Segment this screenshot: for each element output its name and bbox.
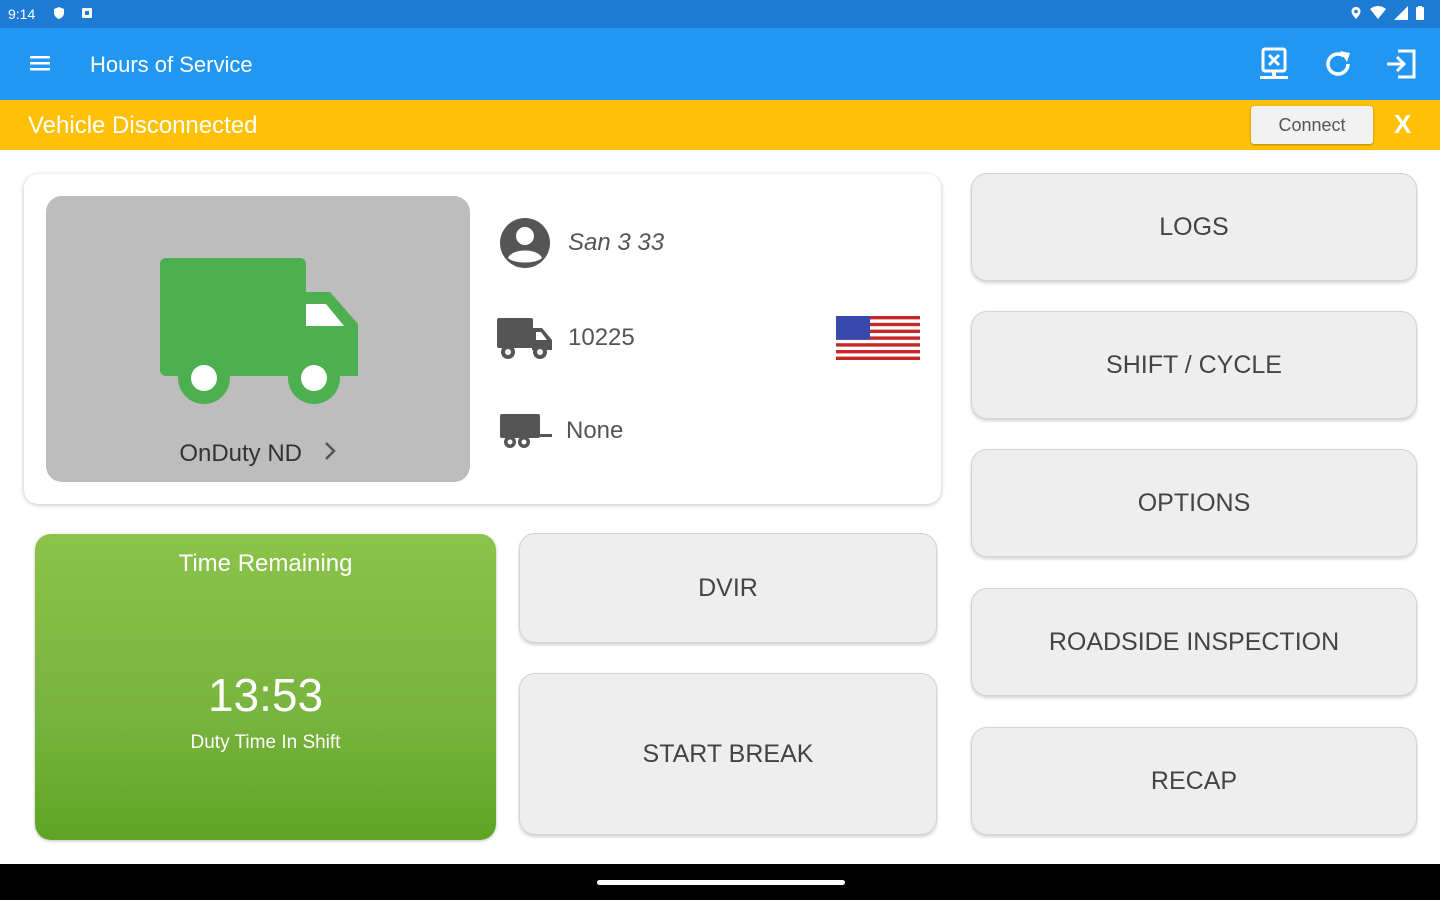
home-handle[interactable]: [597, 880, 845, 885]
app-bar: Hours of Service: [0, 28, 1440, 100]
notification-icon: [82, 8, 92, 18]
driver-info-card: OnDuty ND San 3 33 10225 None: [24, 174, 941, 504]
status-time: 9:14: [8, 6, 36, 22]
trailer-row: None: [498, 410, 623, 452]
duty-status-tile[interactable]: OnDuty ND: [46, 196, 470, 482]
shield-icon: [54, 7, 64, 19]
page-title: Hours of Service: [90, 52, 253, 77]
location-icon: [1351, 7, 1361, 19]
chevron-right-icon: [324, 442, 336, 460]
driver-row: San 3 33: [498, 216, 664, 270]
us-flag-icon: [836, 316, 920, 360]
time-remaining-value: 13:53: [207, 669, 324, 721]
vehicle-truck-icon: [497, 318, 552, 359]
duty-status-label: OnDuty ND: [46, 440, 470, 468]
trailer-icon: [500, 414, 552, 448]
system-status-bar: 9:14: [0, 0, 1440, 28]
logout-icon[interactable]: [1384, 46, 1420, 82]
banner-message: Vehicle Disconnected: [28, 112, 258, 139]
time-remaining-subtitle: Duty Time In Shift: [190, 732, 341, 753]
time-remaining-title: Time Remaining: [178, 550, 353, 577]
options-button[interactable]: OPTIONS: [971, 449, 1417, 557]
menu-icon[interactable]: [28, 52, 54, 76]
roadside-inspection-button[interactable]: ROADSIDE INSPECTION: [971, 588, 1417, 696]
time-remaining-card[interactable]: Time Remaining 13:53 Duty Time In Shift: [35, 534, 496, 840]
vehicle-disconnected-banner: Vehicle Disconnected Connect X: [0, 100, 1440, 150]
signal-icon: [1394, 6, 1408, 20]
vehicle-number: 10225: [568, 324, 635, 351]
refresh-icon[interactable]: [1320, 46, 1356, 82]
trailer-value: None: [566, 417, 624, 444]
vehicle-row: 10225: [496, 316, 635, 360]
connect-button[interactable]: Connect: [1251, 106, 1373, 144]
recap-button[interactable]: RECAP: [971, 727, 1417, 835]
transfer-icon[interactable]: [1256, 46, 1292, 82]
system-navigation-bar: [0, 864, 1440, 900]
truck-icon: [160, 258, 358, 404]
driver-name: San 3 33: [568, 229, 665, 256]
status-right-icons: [1350, 6, 1424, 20]
close-banner-button[interactable]: X: [1394, 109, 1411, 140]
shift-cycle-button[interactable]: SHIFT / CYCLE: [971, 311, 1417, 419]
dvir-button[interactable]: DVIR: [519, 533, 937, 643]
wifi-icon: [1370, 6, 1386, 19]
start-break-button[interactable]: START BREAK: [519, 673, 937, 835]
duty-status-text: OnDuty ND: [179, 440, 303, 467]
account-circle-icon: [500, 218, 550, 268]
logs-button[interactable]: LOGS: [971, 173, 1417, 281]
battery-icon: [1416, 6, 1424, 20]
